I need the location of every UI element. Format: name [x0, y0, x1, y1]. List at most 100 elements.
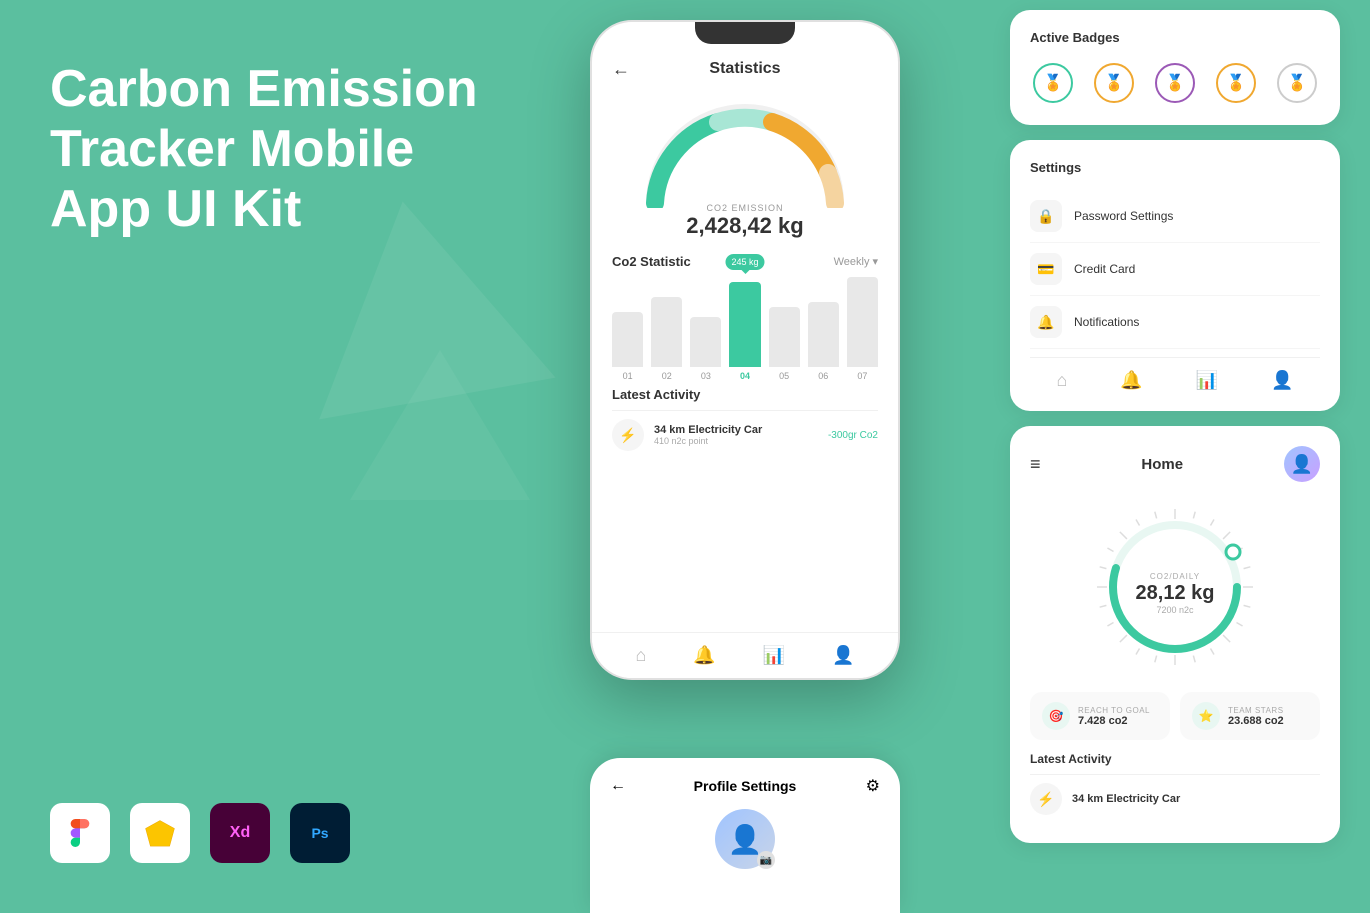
- home-card: ≡ Home 👤: [1010, 426, 1340, 843]
- gear-icon[interactable]: ⚙: [866, 776, 880, 796]
- profile-title: Profile Settings: [694, 778, 797, 794]
- activity-sub: 410 n2c point: [654, 436, 818, 446]
- notifications-label: Notifications: [1074, 315, 1139, 329]
- phone-statistics: ← Statistics CO2 EMISSI: [590, 20, 900, 700]
- credit-label: Credit Card: [1074, 262, 1135, 276]
- weekly-badge[interactable]: Weekly ▾: [834, 255, 878, 268]
- latest-activity-title: Latest Activity: [612, 387, 878, 402]
- settings-nav-home[interactable]: ⌂: [1056, 370, 1067, 391]
- sketch-icon: [130, 803, 190, 863]
- badges-card: Active Badges 🏅 🏅 🏅 🏅 🏅: [1010, 10, 1340, 125]
- settings-password[interactable]: 🔒 Password Settings: [1030, 190, 1320, 243]
- bar-label-06: 06: [818, 371, 828, 381]
- team-stars-box: ⭐ TEAM STARS 23.688 co2: [1180, 692, 1320, 740]
- stars-icon: ⭐: [1192, 702, 1220, 730]
- settings-nav-user[interactable]: 👤: [1271, 370, 1293, 391]
- bar-item-01: 01: [612, 312, 643, 381]
- nav-home[interactable]: ⌂: [635, 645, 646, 666]
- bar-tooltip-04: 245 kg: [725, 254, 764, 270]
- left-panel: Carbon EmissionTracker MobileApp UI Kit: [50, 60, 500, 269]
- bar-07: [847, 277, 878, 367]
- settings-credit[interactable]: 💳 Credit Card: [1030, 243, 1320, 296]
- reach-value: 7.428 co2: [1078, 715, 1150, 727]
- bar-02: [651, 297, 682, 367]
- phone-frame: ← Statistics CO2 EMISSI: [590, 20, 900, 680]
- user-avatar: 👤: [1284, 446, 1320, 482]
- home-activity-info: 34 km Electricity Car: [1072, 793, 1320, 805]
- figma-icon: [50, 803, 110, 863]
- home-latest-label: Latest Activity: [1030, 752, 1320, 766]
- statistics-title: Statistics: [709, 60, 780, 78]
- home-activity-icon: ⚡: [1030, 783, 1062, 815]
- badge-icon-5: 🏅: [1277, 63, 1317, 103]
- activity-name: 34 km Electricity Car: [654, 424, 818, 436]
- bell-icon: 🔔: [1030, 306, 1062, 338]
- bar-label-05: 05: [779, 371, 789, 381]
- gauge-label: CO2 EMISSION 2,428,42 kg: [686, 203, 803, 239]
- nav-bell[interactable]: 🔔: [693, 645, 715, 666]
- target-icon: 🎯: [1042, 702, 1070, 730]
- tools-row: Xd Ps: [50, 803, 350, 863]
- home-header: ≡ Home 👤: [1030, 446, 1320, 482]
- bar-label-07: 07: [857, 371, 867, 381]
- activity-icon: ⚡: [612, 419, 644, 451]
- reach-info: REACH TO GOAL 7.428 co2: [1078, 706, 1150, 727]
- settings-nav: ⌂ 🔔 📊 👤: [1030, 357, 1320, 391]
- stats-row: 🎯 REACH TO GOAL 7.428 co2 ⭐ TEAM STARS 2…: [1030, 692, 1320, 740]
- nav-user[interactable]: 👤: [832, 645, 854, 666]
- phone-screen: ← Statistics CO2 EMISSI: [592, 22, 898, 678]
- card-icon: 💳: [1030, 253, 1062, 285]
- badge-1: 🏅: [1031, 60, 1076, 105]
- activity-item: ⚡ 34 km Electricity Car 410 n2c point -3…: [612, 410, 878, 459]
- bar-04: 245 kg: [729, 282, 760, 367]
- nav-chart[interactable]: 📊: [763, 645, 785, 666]
- xd-icon: Xd: [210, 803, 270, 863]
- badge-icon-4: 🏅: [1216, 63, 1256, 103]
- reach-goal-box: 🎯 REACH TO GOAL 7.428 co2: [1030, 692, 1170, 740]
- back-arrow[interactable]: ←: [612, 59, 630, 80]
- badges-row: 🏅 🏅 🏅 🏅 🏅: [1030, 60, 1320, 105]
- phone-header: ← Statistics: [612, 60, 878, 78]
- bar-item-04: 245 kg 04: [729, 282, 760, 381]
- password-label: Password Settings: [1074, 209, 1173, 223]
- circle-gauge-svg: CO2/DAILY 28,12 kg 7200 n2c: [1085, 497, 1265, 677]
- bar-01: [612, 312, 643, 367]
- bar-item-02: 02: [651, 297, 682, 381]
- badges-title: Active Badges: [1030, 30, 1320, 45]
- menu-icon[interactable]: ≡: [1030, 454, 1041, 475]
- co2-section-title: Co2 Statistic: [612, 254, 691, 269]
- bar-chart: 01 02 03 245 kg 04 05: [612, 281, 878, 381]
- svg-text:28,12 kg: 28,12 kg: [1136, 582, 1215, 604]
- profile-avatar-area: 👤 📷: [610, 809, 880, 869]
- profile-card: ← Profile Settings ⚙ 👤 📷: [590, 758, 900, 913]
- bar-label-04: 04: [740, 371, 750, 381]
- gauge-svg: [635, 93, 855, 208]
- badge-5: 🏅: [1275, 60, 1320, 105]
- right-panel: Active Badges 🏅 🏅 🏅 🏅 🏅 Settings 🔒 Passw…: [1010, 10, 1340, 843]
- phone-notch: [695, 22, 795, 44]
- settings-title: Settings: [1030, 160, 1320, 175]
- team-value: 23.688 co2: [1228, 715, 1284, 727]
- profile-back[interactable]: ←: [610, 777, 626, 795]
- settings-nav-bell[interactable]: 🔔: [1120, 370, 1142, 391]
- lock-icon: 🔒: [1030, 200, 1062, 232]
- bar-item-06: 06: [808, 302, 839, 381]
- bar-label-02: 02: [662, 371, 672, 381]
- settings-notifications[interactable]: 🔔 Notifications: [1030, 296, 1320, 349]
- bar-item-05: 05: [769, 307, 800, 381]
- settings-nav-chart[interactable]: 📊: [1196, 370, 1218, 391]
- bar-item-07: 07: [847, 277, 878, 381]
- bottom-nav: ⌂ 🔔 📊 👤: [592, 632, 898, 678]
- badge-icon-1: 🏅: [1033, 63, 1073, 103]
- svg-text:CO2/DAILY: CO2/DAILY: [1150, 572, 1200, 581]
- gauge-container: CO2 EMISSION 2,428,42 kg: [612, 93, 878, 239]
- badge-4: 🏅: [1214, 60, 1259, 105]
- team-info: TEAM STARS 23.688 co2: [1228, 706, 1284, 727]
- home-activity-item: ⚡ 34 km Electricity Car: [1030, 774, 1320, 823]
- ps-icon: Ps: [290, 803, 350, 863]
- camera-icon[interactable]: 📷: [757, 851, 775, 869]
- home-title: Home: [1141, 456, 1183, 473]
- profile-avatar: 👤 📷: [715, 809, 775, 869]
- activity-value: -300gr Co2: [828, 430, 878, 441]
- bar-label-01: 01: [623, 371, 633, 381]
